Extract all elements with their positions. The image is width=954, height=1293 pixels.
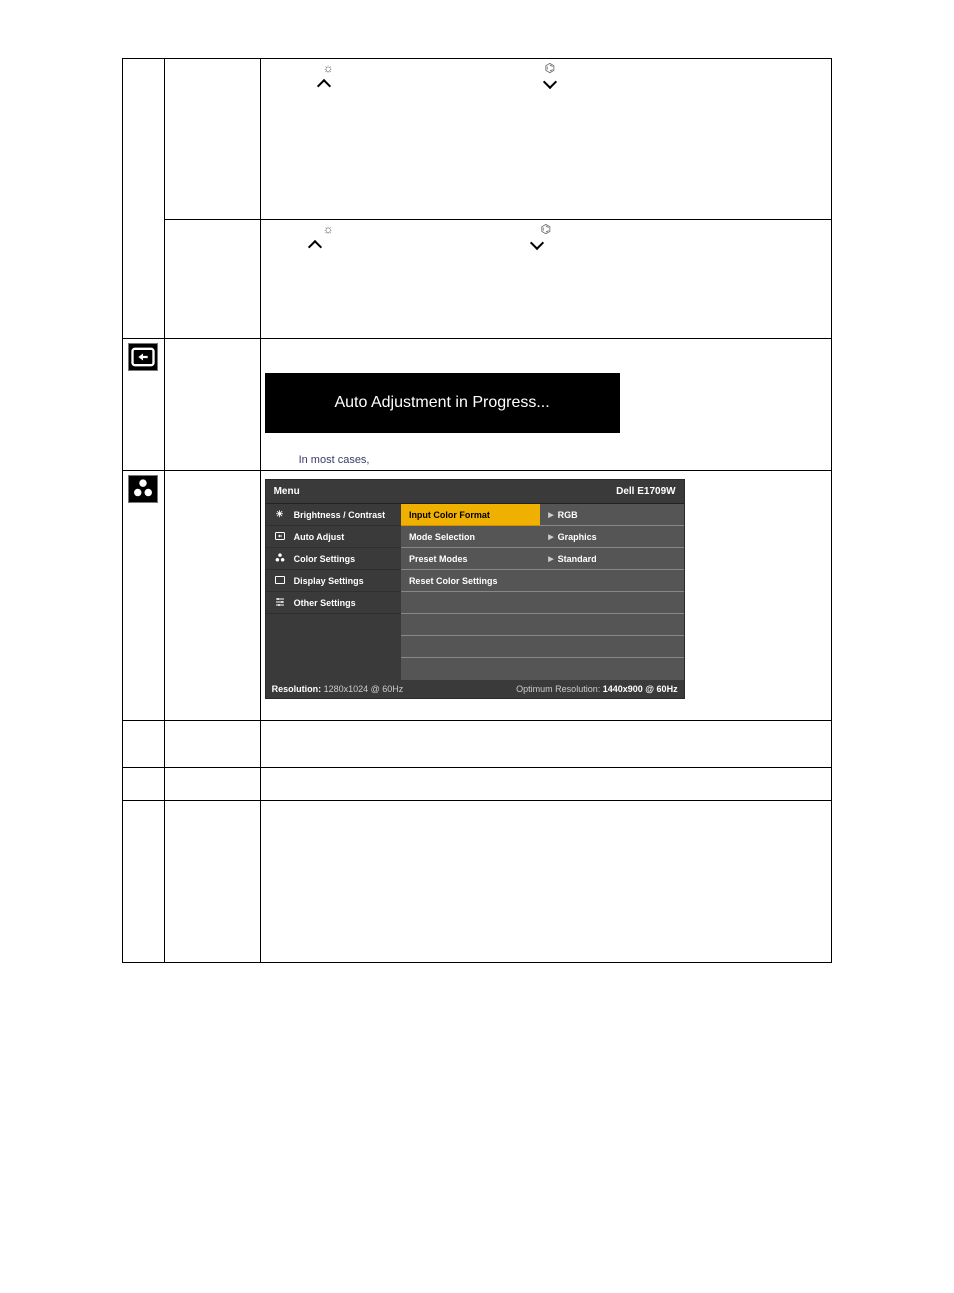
cell-icon-blank [123, 768, 165, 801]
cell-content-blank [260, 721, 831, 768]
osd-right-panel: RGB Graphics Standard [540, 504, 683, 680]
osd-footer: Resolution: 1280x1024 @ 60Hz Optimum Res… [266, 680, 684, 698]
chevron-down-icon [545, 79, 559, 89]
cell-content-blank [260, 801, 831, 963]
osd-left-brightness[interactable]: ☀ Brightness / Contrast [266, 504, 401, 526]
osd-mid-label: Input Color Format [409, 510, 490, 520]
chevron-up-icon [310, 240, 324, 250]
cell-icon-blank [123, 721, 165, 768]
osd-header: Menu Dell E1709W [266, 480, 684, 504]
osd-mid-blank [401, 658, 540, 680]
auto-icon [272, 530, 288, 544]
page: ☼ ⌬ ☼ ⌬ Auto [0, 58, 954, 1293]
osd-footer-left: Resolution: 1280x1024 @ 60Hz [272, 684, 404, 694]
osd-left-label: Brightness / Contrast [294, 510, 386, 520]
osd-right-blank [540, 636, 683, 658]
osd-right-rgb[interactable]: RGB [540, 504, 683, 526]
osd-menu: Menu Dell E1709W ☀ Brightness / Contrast [265, 479, 685, 699]
sun-icon: ☼ [323, 222, 334, 236]
osd-footer-left-label: Resolution: [272, 684, 322, 694]
cell-label-blank [164, 801, 260, 963]
osd-right-blank [540, 592, 683, 614]
osd-mid-blank [401, 592, 540, 614]
osd-menu-label: Menu [274, 486, 300, 497]
cell-label-blank [164, 768, 260, 801]
brightness-icon: ☀ [272, 509, 288, 520]
auto-note: In most cases, [299, 454, 370, 466]
osd-right-blank [540, 658, 683, 680]
osd-footer-right-value: 1440x900 @ 60Hz [603, 684, 678, 694]
cell-label-color [164, 471, 260, 721]
osd-right-standard[interactable]: Standard [540, 548, 683, 570]
cell-icon-color [123, 471, 165, 721]
display-icon [272, 574, 288, 588]
osd-left-spacer [266, 614, 401, 680]
cell-icon-blank [123, 59, 165, 339]
cell-content-blank [260, 768, 831, 801]
osd-right-label: Graphics [558, 532, 597, 542]
cell-content-color: Menu Dell E1709W ☀ Brightness / Contrast [260, 471, 831, 721]
auto-adjust-text: Auto Adjustment in Progress... [334, 394, 549, 412]
cell-label-2 [164, 220, 260, 339]
osd-left-panel: ☀ Brightness / Contrast Auto Adjust [266, 504, 401, 680]
camera-icon: ⌬ [545, 61, 555, 75]
cell-content-auto: Auto Adjustment in Progress... In most c… [260, 339, 831, 471]
osd-mid-blank [401, 636, 540, 658]
osd-mid-preset[interactable]: Preset Modes [401, 548, 540, 570]
auto-adjust-icon [128, 343, 158, 371]
osd-right-label: RGB [558, 510, 578, 520]
osd-left-label: Display Settings [294, 576, 364, 586]
cell-icon-blank [123, 801, 165, 963]
osd-mid-blank [401, 614, 540, 636]
chevron-up-icon [319, 79, 333, 89]
osd-footer-left-value: 1280x1024 @ 60Hz [324, 684, 404, 694]
osd-left-color[interactable]: Color Settings [266, 548, 401, 570]
color-settings-icon [128, 475, 158, 503]
osd-mid-label: Preset Modes [409, 554, 468, 564]
osd-model: Dell E1709W [616, 486, 675, 497]
cell-content-2: ☼ ⌬ [260, 220, 831, 339]
osd-mid-label: Reset Color Settings [409, 576, 498, 586]
camera-icon: ⌬ [541, 222, 551, 236]
cell-content-1: ☼ ⌬ [260, 59, 831, 220]
cell-label-auto [164, 339, 260, 471]
osd-left-other[interactable]: Other Settings [266, 592, 401, 614]
color-icon [272, 551, 288, 567]
osd-footer-right: Optimum Resolution: 1440x900 @ 60Hz [516, 684, 677, 694]
osd-right-blank [540, 614, 683, 636]
sliders-icon [272, 596, 288, 610]
osd-left-label: Auto Adjust [294, 532, 345, 542]
osd-mid-mode[interactable]: Mode Selection [401, 526, 540, 548]
cell-label-blank [164, 721, 260, 768]
cell-label-1 [164, 59, 260, 220]
sun-icon: ☼ [323, 61, 334, 75]
osd-mid-panel: Input Color Format Mode Selection Preset… [401, 504, 540, 680]
osd-right-label: Standard [558, 554, 597, 564]
osd-mid-input-color[interactable]: Input Color Format [401, 504, 540, 526]
osd-left-autoadjust[interactable]: Auto Adjust [266, 526, 401, 548]
osd-body: ☀ Brightness / Contrast Auto Adjust [266, 504, 684, 680]
osd-mid-reset[interactable]: Reset Color Settings [401, 570, 540, 592]
osd-footer-right-label: Optimum Resolution: [516, 684, 600, 694]
spec-table: ☼ ⌬ ☼ ⌬ Auto [122, 58, 832, 963]
auto-adjust-banner: Auto Adjustment in Progress... [265, 373, 620, 433]
osd-mid-label: Mode Selection [409, 532, 475, 542]
osd-left-label: Color Settings [294, 554, 356, 564]
osd-left-display[interactable]: Display Settings [266, 570, 401, 592]
osd-right-graphics[interactable]: Graphics [540, 526, 683, 548]
cell-icon-auto [123, 339, 165, 471]
osd-right-blank [540, 570, 683, 592]
chevron-down-icon [532, 240, 546, 250]
osd-left-label: Other Settings [294, 598, 356, 608]
